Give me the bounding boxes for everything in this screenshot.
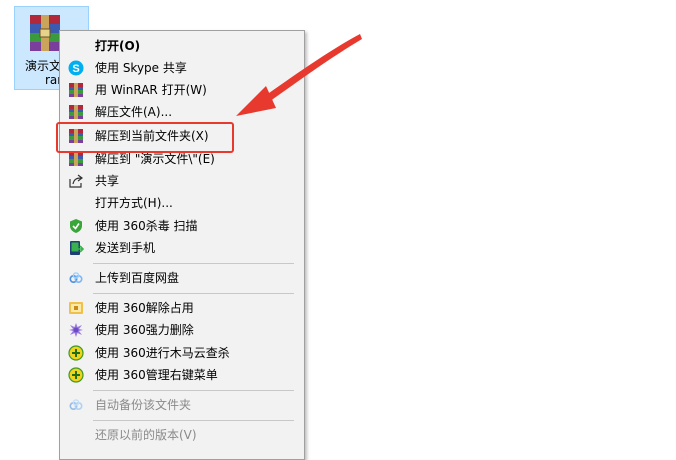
annotation-arrow [236,34,362,116]
